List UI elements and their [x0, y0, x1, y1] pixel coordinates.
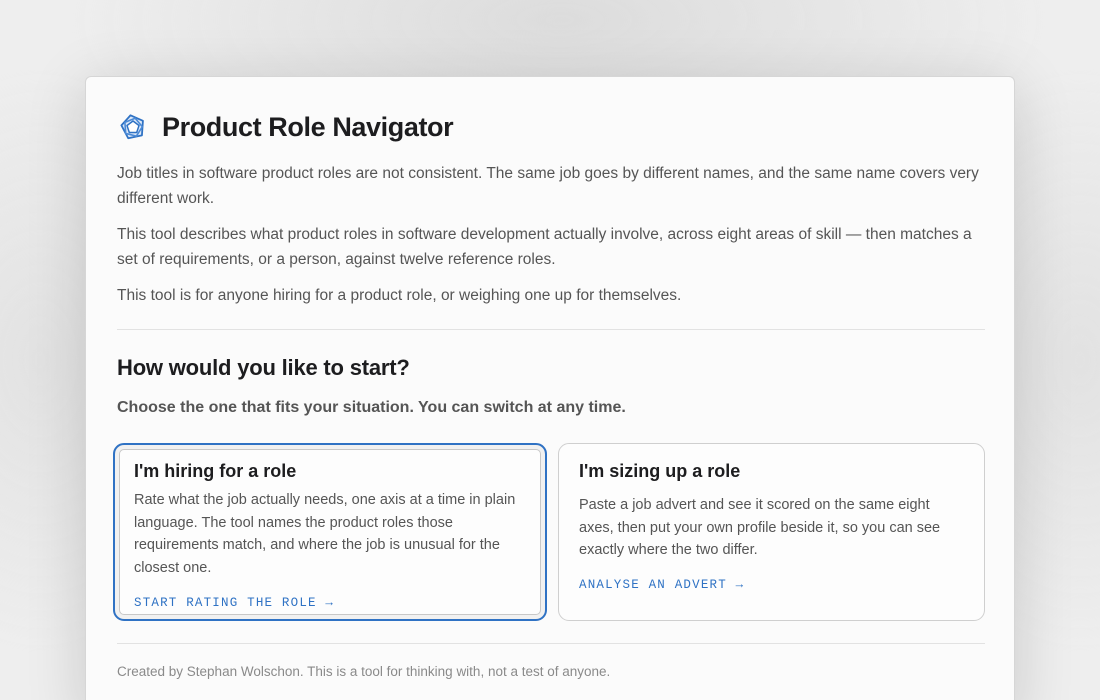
analyse-advert-link[interactable]: ANALYSE AN ADVERT → — [579, 578, 964, 592]
option-title: I'm sizing up a role — [579, 461, 741, 481]
hiring-option-card[interactable]: I'm hiring for a role Rate what the job … — [113, 443, 547, 621]
section-divider — [117, 329, 985, 330]
start-rating-link[interactable]: START RATING THE ROLE → — [134, 596, 526, 610]
page-title: Product Role Navigator — [162, 111, 454, 142]
option-title: I'm hiring for a role — [134, 461, 297, 481]
main-card: Product Role Navigator Job titles in sof… — [85, 76, 1015, 700]
intro-paragraph: This tool describes what product roles i… — [117, 226, 972, 268]
footer-text: Created by Stephan Wolschon. This is a t… — [117, 664, 611, 679]
sizing-option-card[interactable]: I'm sizing up a role Paste a job advert … — [558, 443, 985, 621]
intro-text: Job titles in software product roles are… — [117, 162, 985, 321]
intro-paragraph: Job titles in software product roles are… — [117, 165, 979, 207]
start-subheading: Choose the one that fits your situation.… — [117, 399, 626, 416]
option-description: Rate what the job actually needs, one ax… — [134, 492, 516, 577]
pentagon-swirl-logo-icon — [120, 114, 144, 140]
start-heading: How would you like to start? — [117, 355, 410, 380]
intro-paragraph: This tool is for anyone hiring for a pro… — [117, 287, 682, 304]
footer-divider — [117, 643, 985, 644]
option-description: Paste a job advert and see it scored on … — [579, 497, 941, 559]
page-header: Product Role Navigator — [117, 109, 454, 145]
